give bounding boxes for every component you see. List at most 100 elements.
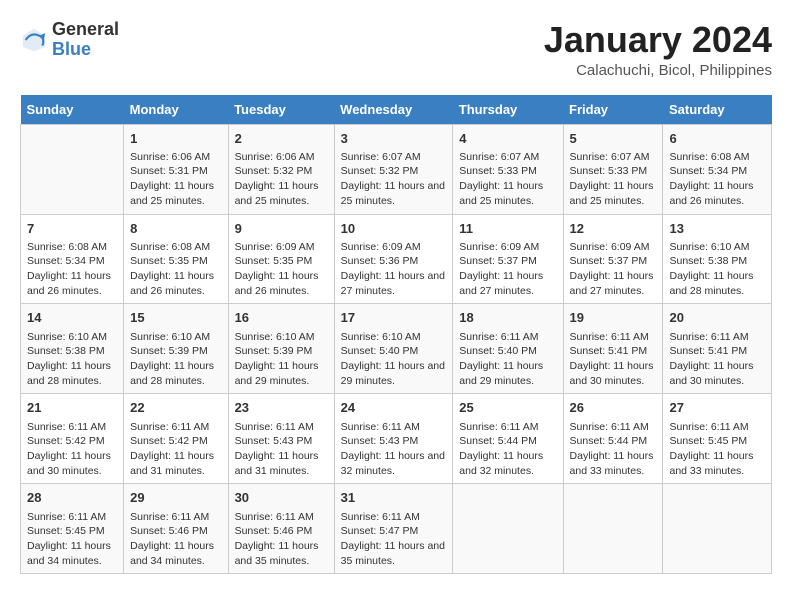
title-area: January 2024 Calachuchi, Bicol, Philippi… (544, 20, 772, 79)
header: General Blue January 2024 Calachuchi, Bi… (20, 20, 772, 79)
calendar-cell: 5 Sunrise: 6:07 AMSunset: 5:33 PMDaylight… (563, 124, 663, 214)
calendar-cell: 10 Sunrise: 6:09 AMSunset: 5:36 PMDayligh… (334, 214, 453, 304)
day-number: 7 (27, 220, 117, 238)
calendar-cell: 4Sunrise: 6:07 AMSunset: 5:33 PMDaylight… (453, 124, 563, 214)
month-title: January 2024 (544, 20, 772, 60)
logo-icon (20, 26, 48, 54)
day-number: 5 (570, 130, 657, 148)
day-number: 11 (459, 220, 556, 238)
calendar-cell: 17 Sunrise: 6:10 AMSunset: 5:40 PMDayligh… (334, 304, 453, 394)
calendar-cell: 19Sunrise: 6:11 AMSunset: 5:41 PMDayligh… (563, 304, 663, 394)
calendar-cell: 14 Sunrise: 6:10 AMSunset: 5:38 PMDayligh… (21, 304, 124, 394)
day-number: 9 (235, 220, 328, 238)
day-number: 1 (130, 130, 221, 148)
weekday-header-saturday: Saturday (663, 95, 772, 125)
calendar-table: SundayMondayTuesdayWednesdayThursdayFrid… (20, 95, 772, 575)
calendar-cell: 23 Sunrise: 6:11 AMSunset: 5:43 PMDayligh… (228, 394, 334, 484)
cell-info: Sunrise: 6:10 AMSunset: 5:38 PMDaylight:… (27, 330, 117, 389)
calendar-cell: 12 Sunrise: 6:09 AMSunset: 5:37 PMDayligh… (563, 214, 663, 304)
calendar-week-5: 28 Sunrise: 6:11 AMSunset: 5:45 PMDayligh… (21, 484, 772, 574)
cell-info: Sunrise: 6:09 AMSunset: 5:35 PMDaylight:… (235, 240, 328, 299)
day-number: 17 (341, 309, 447, 327)
cell-info: Sunrise: 6:11 AMSunset: 5:44 PMDaylight:… (459, 420, 556, 479)
day-number: 19 (570, 309, 657, 327)
cell-info: Sunrise: 6:10 AMSunset: 5:40 PMDaylight:… (341, 330, 447, 389)
calendar-cell: 13 Sunrise: 6:10 AMSunset: 5:38 PMDayligh… (663, 214, 772, 304)
cell-info: Sunrise: 6:11 AMSunset: 5:47 PMDaylight:… (341, 510, 447, 569)
logo-text: General Blue (52, 20, 119, 60)
calendar-cell: 26Sunrise: 6:11 AMSunset: 5:44 PMDayligh… (563, 394, 663, 484)
cell-info: Sunrise: 6:09 AMSunset: 5:37 PMDaylight:… (570, 240, 657, 299)
calendar-cell: 6 Sunrise: 6:08 AMSunset: 5:34 PMDaylight… (663, 124, 772, 214)
day-number: 26 (570, 399, 657, 417)
day-number: 2 (235, 130, 328, 148)
day-number: 6 (669, 130, 765, 148)
calendar-cell: 24 Sunrise: 6:11 AMSunset: 5:43 PMDayligh… (334, 394, 453, 484)
cell-info: Sunrise: 6:08 AMSunset: 5:35 PMDaylight:… (130, 240, 221, 299)
calendar-cell: 25 Sunrise: 6:11 AMSunset: 5:44 PMDayligh… (453, 394, 563, 484)
day-number: 25 (459, 399, 556, 417)
cell-info: Sunrise: 6:11 AMSunset: 5:42 PMDaylight:… (27, 420, 117, 479)
calendar-cell (663, 484, 772, 574)
cell-info: Sunrise: 6:11 AMSunset: 5:43 PMDaylight:… (235, 420, 328, 479)
day-number: 15 (130, 309, 221, 327)
calendar-cell: 20Sunrise: 6:11 AMSunset: 5:41 PMDayligh… (663, 304, 772, 394)
weekday-header-tuesday: Tuesday (228, 95, 334, 125)
day-number: 22 (130, 399, 221, 417)
calendar-cell: 18Sunrise: 6:11 AMSunset: 5:40 PMDayligh… (453, 304, 563, 394)
day-number: 8 (130, 220, 221, 238)
cell-info: Sunrise: 6:06 AMSunset: 5:32 PMDaylight:… (235, 150, 328, 209)
calendar-cell: 3 Sunrise: 6:07 AMSunset: 5:32 PMDaylight… (334, 124, 453, 214)
day-number: 10 (341, 220, 447, 238)
day-number: 24 (341, 399, 447, 417)
logo: General Blue (20, 20, 119, 60)
cell-info: Sunrise: 6:07 AMSunset: 5:32 PMDaylight:… (341, 150, 447, 209)
weekday-header-thursday: Thursday (453, 95, 563, 125)
calendar-cell: 29 Sunrise: 6:11 AMSunset: 5:46 PMDayligh… (124, 484, 228, 574)
cell-info: Sunrise: 6:11 AMSunset: 5:41 PMDaylight:… (669, 330, 765, 389)
cell-info: Sunrise: 6:09 AMSunset: 5:37 PMDaylight:… (459, 240, 556, 299)
day-number: 13 (669, 220, 765, 238)
day-number: 18 (459, 309, 556, 327)
day-number: 30 (235, 489, 328, 507)
cell-info: Sunrise: 6:11 AMSunset: 5:46 PMDaylight:… (235, 510, 328, 569)
calendar-cell: 31 Sunrise: 6:11 AMSunset: 5:47 PMDayligh… (334, 484, 453, 574)
calendar-cell: 1 Sunrise: 6:06 AMSunset: 5:31 PMDaylight… (124, 124, 228, 214)
cell-info: Sunrise: 6:08 AMSunset: 5:34 PMDaylight:… (669, 150, 765, 209)
calendar-week-3: 14 Sunrise: 6:10 AMSunset: 5:38 PMDayligh… (21, 304, 772, 394)
weekday-header-monday: Monday (124, 95, 228, 125)
day-number: 31 (341, 489, 447, 507)
cell-info: Sunrise: 6:11 AMSunset: 5:45 PMDaylight:… (669, 420, 765, 479)
calendar-cell: 16Sunrise: 6:10 AMSunset: 5:39 PMDayligh… (228, 304, 334, 394)
day-number: 29 (130, 489, 221, 507)
day-number: 14 (27, 309, 117, 327)
calendar-cell (563, 484, 663, 574)
cell-info: Sunrise: 6:07 AMSunset: 5:33 PMDaylight:… (570, 150, 657, 209)
calendar-cell: 27 Sunrise: 6:11 AMSunset: 5:45 PMDayligh… (663, 394, 772, 484)
weekday-header-friday: Friday (563, 95, 663, 125)
cell-info: Sunrise: 6:10 AMSunset: 5:39 PMDaylight:… (235, 330, 328, 389)
cell-info: Sunrise: 6:09 AMSunset: 5:36 PMDaylight:… (341, 240, 447, 299)
calendar-cell: 11 Sunrise: 6:09 AMSunset: 5:37 PMDayligh… (453, 214, 563, 304)
calendar-cell: 7Sunrise: 6:08 AMSunset: 5:34 PMDaylight… (21, 214, 124, 304)
calendar-week-1: 1 Sunrise: 6:06 AMSunset: 5:31 PMDaylight… (21, 124, 772, 214)
day-number: 12 (570, 220, 657, 238)
day-number: 28 (27, 489, 117, 507)
day-number: 27 (669, 399, 765, 417)
day-number: 23 (235, 399, 328, 417)
calendar-cell: 8 Sunrise: 6:08 AMSunset: 5:35 PMDaylight… (124, 214, 228, 304)
cell-info: Sunrise: 6:11 AMSunset: 5:46 PMDaylight:… (130, 510, 221, 569)
cell-info: Sunrise: 6:10 AMSunset: 5:39 PMDaylight:… (130, 330, 221, 389)
cell-info: Sunrise: 6:10 AMSunset: 5:38 PMDaylight:… (669, 240, 765, 299)
day-number: 3 (341, 130, 447, 148)
calendar-cell (21, 124, 124, 214)
calendar-week-2: 7Sunrise: 6:08 AMSunset: 5:34 PMDaylight… (21, 214, 772, 304)
location-title: Calachuchi, Bicol, Philippines (544, 62, 772, 79)
calendar-cell: 15 Sunrise: 6:10 AMSunset: 5:39 PMDayligh… (124, 304, 228, 394)
cell-info: Sunrise: 6:11 AMSunset: 5:43 PMDaylight:… (341, 420, 447, 479)
day-number: 4 (459, 130, 556, 148)
day-number: 21 (27, 399, 117, 417)
cell-info: Sunrise: 6:11 AMSunset: 5:45 PMDaylight:… (27, 510, 117, 569)
calendar-week-4: 21 Sunrise: 6:11 AMSunset: 5:42 PMDayligh… (21, 394, 772, 484)
cell-info: Sunrise: 6:06 AMSunset: 5:31 PMDaylight:… (130, 150, 221, 209)
